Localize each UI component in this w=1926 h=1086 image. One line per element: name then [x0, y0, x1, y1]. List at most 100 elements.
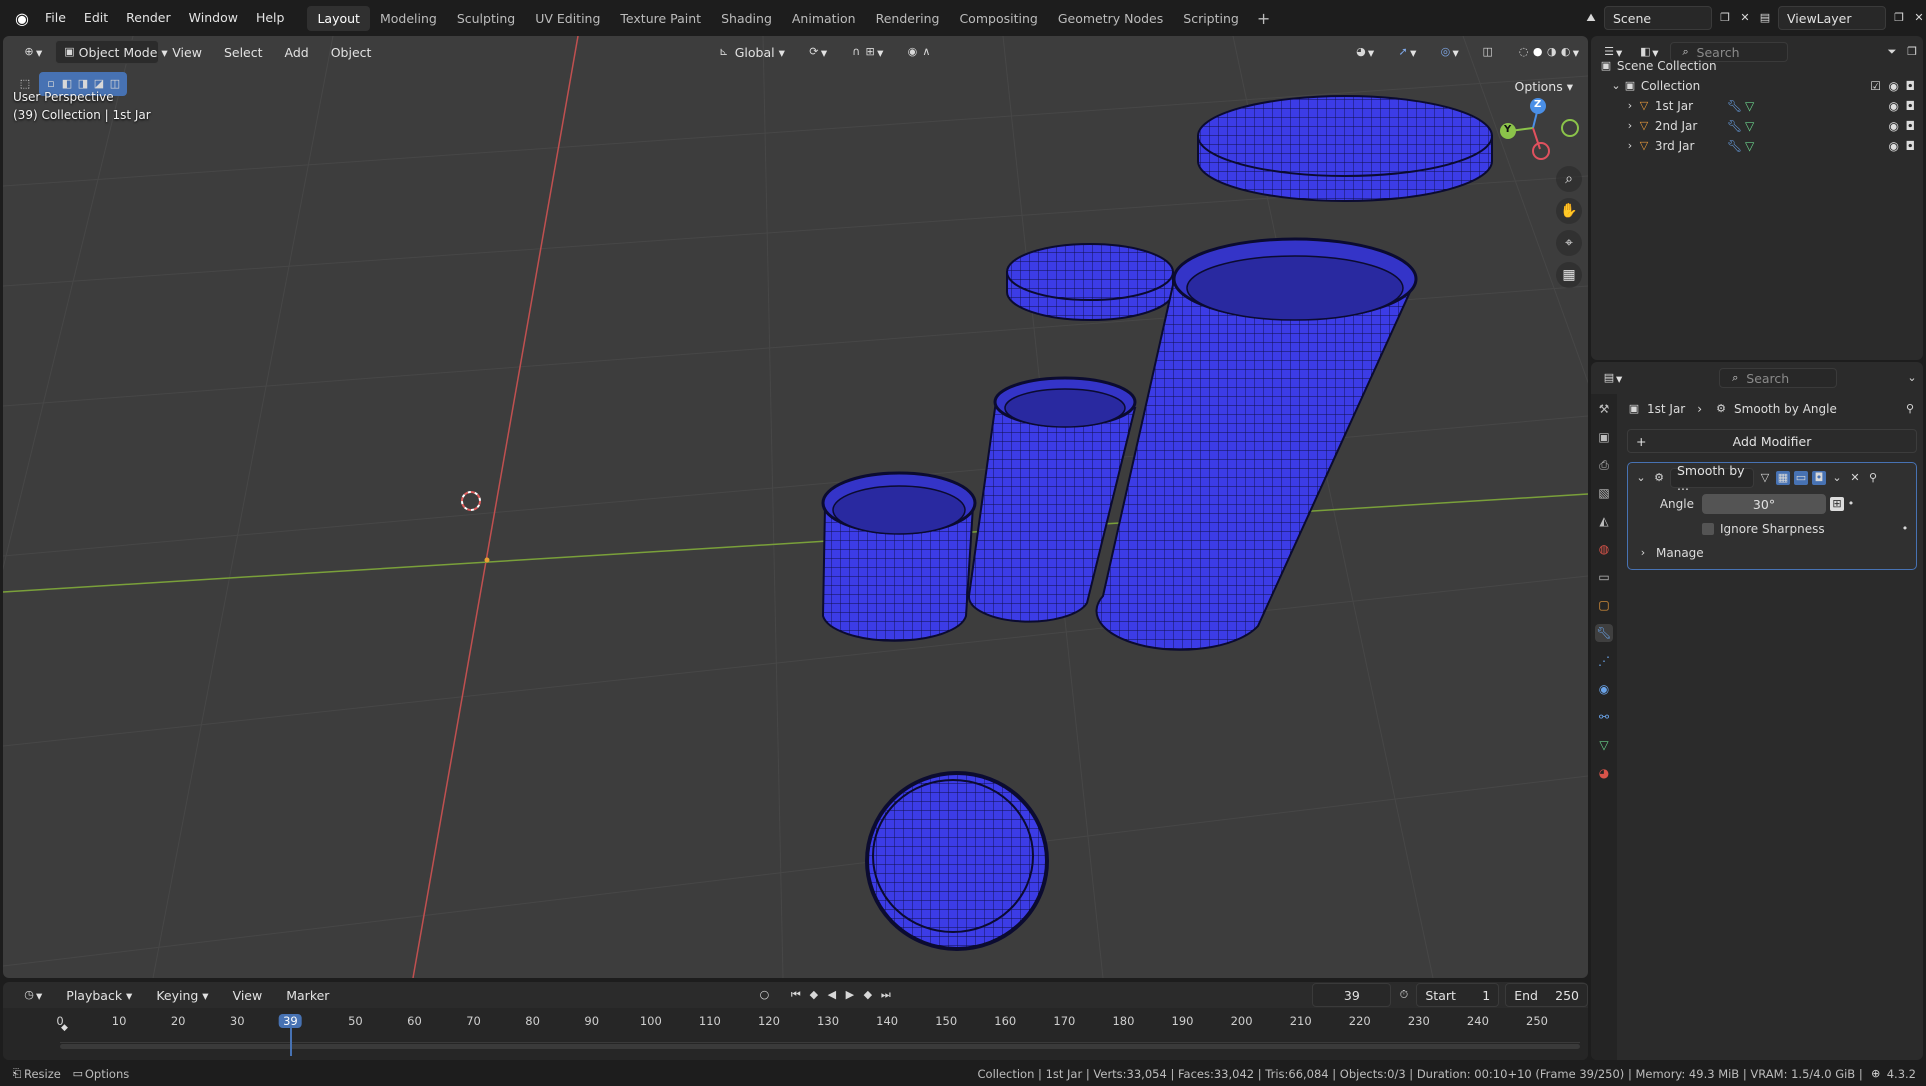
modifier-menu-icon[interactable]: ⌄ — [1830, 471, 1844, 485]
tab-modeling[interactable]: Modeling — [370, 6, 447, 31]
mode-dropdown[interactable]: ▣ Object Mode ▾ — [55, 40, 168, 64]
proportional-edit-toggle[interactable]: ◉ ∧ — [896, 40, 942, 64]
modifier-wrench-icon[interactable]: 🔧︎ — [1727, 99, 1742, 113]
data-tab-icon[interactable]: ▽ — [1595, 736, 1613, 754]
play-reverse-icon[interactable]: ◀ — [825, 988, 839, 1002]
timeline-scrollbar[interactable] — [60, 1044, 1580, 1049]
modifier-name-input[interactable]: Smooth by ... — [1670, 463, 1754, 493]
menu-file[interactable]: File — [36, 0, 75, 36]
tab-sculpting[interactable]: Sculpting — [447, 6, 525, 31]
menu-window[interactable]: Window — [180, 0, 247, 36]
properties-editor-type-button[interactable]: ▤ ▾ — [1597, 366, 1627, 390]
keyframe-dot-icon[interactable]: • — [1844, 497, 1858, 511]
modifier-wrench-icon[interactable]: 🔧︎ — [1727, 139, 1742, 153]
world-tab-icon[interactable]: ◍ — [1595, 540, 1613, 558]
tab-uv-editing[interactable]: UV Editing — [525, 6, 610, 31]
scene-collection-row[interactable]: ▣ Scene Collection — [1599, 56, 1919, 76]
camera-icon-3[interactable]: ◘ — [1906, 139, 1916, 153]
pin-icon[interactable]: ⚲ — [1903, 402, 1917, 416]
menu-select[interactable]: Select — [215, 40, 272, 64]
eye-icon-3[interactable]: ◉ — [1889, 139, 1899, 153]
angle-slider[interactable]: 30° — [1702, 494, 1826, 514]
add-modifier-button[interactable]: + Add Modifier — [1627, 429, 1917, 453]
collection-checkbox[interactable]: ☑ — [1870, 79, 1881, 93]
chevron-down-icon[interactable]: ⌄ — [1905, 371, 1919, 385]
mesh-data-icon[interactable]: ▽ — [1745, 119, 1754, 133]
eye-icon-1[interactable]: ◉ — [1889, 99, 1899, 113]
menu-view[interactable]: View — [163, 40, 211, 64]
outliner-item-3rd-jar[interactable]: › ▽ 3rd Jar 🔧︎ ▽ ◉ ◘ — [1599, 136, 1919, 156]
timeline-editor-type-button[interactable]: ◷ ▾ — [13, 983, 51, 1007]
scene-icon[interactable]: ⛰ — [1584, 11, 1598, 25]
manage-subpanel[interactable]: › Manage — [1636, 543, 1704, 563]
3d-viewport[interactable]: Z Y ⊕ ▾ ▣ Object Mode ▾ View Select Add O… — [3, 36, 1588, 978]
collection-eye-icon[interactable]: ◉ — [1889, 79, 1899, 93]
solid-shading-icon[interactable]: ● — [1531, 45, 1545, 59]
close-icon[interactable]: ✕ — [1848, 471, 1862, 485]
mesh-data-icon[interactable]: ▽ — [1745, 99, 1754, 113]
collection-tab-icon[interactable]: ▭ — [1595, 568, 1613, 586]
prev-keyframe-icon[interactable]: ◆ — [807, 988, 821, 1002]
start-frame-field[interactable]: Start 1 — [1416, 983, 1500, 1007]
cage-toggle-icon[interactable]: ▦ — [1776, 471, 1790, 485]
menu-playback[interactable]: Playback ▾ — [57, 983, 141, 1007]
menu-help[interactable]: Help — [247, 0, 294, 36]
collapse-chevron-icon[interactable]: ⌄ — [1634, 471, 1648, 485]
view-layer-field[interactable]: ViewLayer — [1778, 6, 1886, 30]
stopwatch-icon[interactable]: ⏱ — [1397, 988, 1410, 1002]
physics-tab-icon[interactable]: ◉ — [1595, 680, 1613, 698]
tab-scripting[interactable]: Scripting — [1173, 6, 1249, 31]
shading-modes[interactable]: ◌ ● ◑ ◐ ▾ — [1508, 40, 1588, 64]
editor-type-button[interactable]: ⊕ ▾ — [13, 40, 51, 64]
material-tab-icon[interactable]: ◕ — [1595, 764, 1613, 782]
ignore-sharpness-checkbox[interactable] — [1702, 523, 1714, 535]
eye-icon-2[interactable]: ◉ — [1889, 119, 1899, 133]
ignore-sharpness-label[interactable]: Ignore Sharpness — [1720, 522, 1825, 536]
camera-icon-2[interactable]: ◘ — [1906, 119, 1916, 133]
view-layer-icon[interactable]: ▤ — [1758, 11, 1772, 25]
mesh-data-icon[interactable]: ▽ — [1745, 139, 1754, 153]
next-keyframe-icon[interactable]: ◆ — [861, 988, 875, 1002]
material-shading-icon[interactable]: ◑ — [1545, 45, 1559, 59]
scene-tab-icon[interactable]: ◭ — [1595, 512, 1613, 530]
jump-end-icon[interactable]: ⏭ — [879, 988, 893, 1002]
render-tab-icon[interactable]: ▣ — [1595, 428, 1613, 446]
input-socket-icon[interactable]: ⊞ — [1830, 497, 1844, 511]
overlay-toggle[interactable]: ◎ ▾ — [1429, 40, 1467, 64]
xray-toggle[interactable]: ◫ — [1472, 40, 1504, 64]
scene-field[interactable]: Scene — [1604, 6, 1712, 30]
auto-keying-icon[interactable]: ○ — [758, 988, 771, 1002]
render-toggle-icon[interactable]: ◘ — [1812, 471, 1826, 485]
tab-animation[interactable]: Animation — [782, 6, 866, 31]
tab-compositing[interactable]: Compositing — [949, 6, 1047, 31]
modifier-tab-icon[interactable]: 🔧︎ — [1595, 624, 1613, 642]
pan-hand-icon[interactable]: ✋ — [1556, 198, 1582, 224]
perspective-toggle-icon[interactable]: ▦ — [1556, 262, 1582, 288]
tab-layout[interactable]: Layout — [307, 5, 370, 31]
delete-view-layer-icon[interactable]: ✕ — [1912, 11, 1926, 25]
tab-rendering[interactable]: Rendering — [866, 6, 950, 31]
collection-camera-icon[interactable]: ◘ — [1906, 79, 1916, 93]
menu-edit[interactable]: Edit — [75, 0, 117, 36]
pivot-dropdown[interactable]: ⟳ ▾ — [798, 40, 836, 64]
view-layer-tab-icon[interactable]: ▧ — [1595, 484, 1613, 502]
tab-texture-paint[interactable]: Texture Paint — [610, 6, 711, 31]
tab-geometry-nodes[interactable]: Geometry Nodes — [1048, 6, 1173, 31]
jump-start-icon[interactable]: ⏮ — [789, 988, 803, 1002]
tool-tab-icon[interactable]: ⚒ — [1595, 400, 1613, 418]
current-frame-field[interactable]: 39 — [1312, 983, 1392, 1007]
gizmo-toggle[interactable]: ➚ ▾ — [1387, 40, 1425, 64]
tab-shading[interactable]: Shading — [711, 6, 782, 31]
zoom-icon[interactable]: ⌕ — [1556, 166, 1582, 192]
current-frame-indicator[interactable]: 39 — [279, 1014, 302, 1028]
object-tab-icon[interactable]: ▢ — [1595, 596, 1613, 614]
menu-render[interactable]: Render — [117, 0, 180, 36]
snap-toggle[interactable]: ∩ ⊞ ▾ — [840, 40, 892, 64]
menu-marker[interactable]: Marker — [277, 983, 338, 1007]
visibility-dropdown[interactable]: ◕ ▾ — [1345, 40, 1383, 64]
collection-row[interactable]: ⌄ ▣ Collection ☑ ◉ ◘ — [1599, 76, 1919, 96]
new-scene-icon[interactable]: ❐ — [1718, 11, 1732, 25]
options-dropdown[interactable]: Options ▾ — [1506, 74, 1582, 98]
camera-icon-1[interactable]: ◘ — [1906, 99, 1916, 113]
edit-mode-toggle-icon[interactable]: ▽ — [1758, 471, 1772, 485]
